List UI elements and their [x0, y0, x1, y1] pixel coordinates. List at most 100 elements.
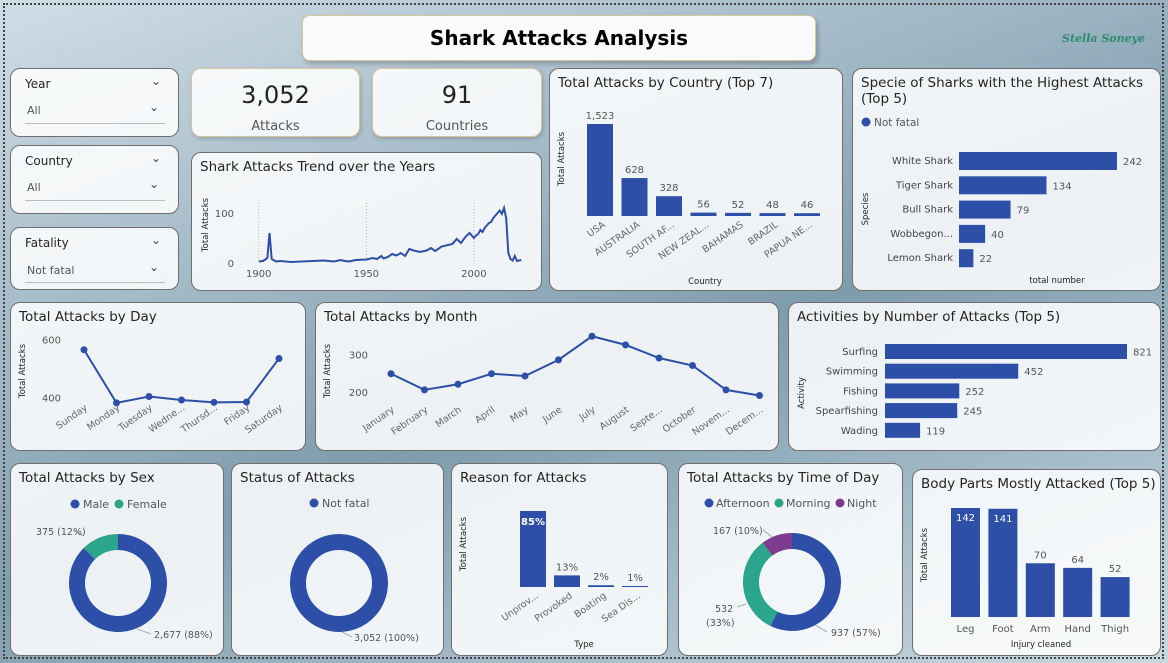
- species-chart: Not fatal Species White Shark 242 Tiger Shar…: [861, 117, 1142, 286]
- y-tick-label: 400: [42, 394, 61, 405]
- slicer-year-value[interactable]: All: [27, 104, 41, 117]
- y-tick-label: Surfing: [842, 347, 878, 358]
- y-tick-label: Fishing: [843, 386, 878, 397]
- chevron-down-icon[interactable]: ⌄: [151, 233, 161, 247]
- kpi-countries-label: Countries: [425, 119, 489, 134]
- legend-label: Male: [83, 498, 109, 511]
- chevron-down-icon[interactable]: ⌄: [149, 100, 159, 114]
- kpi-attacks-card: 3,052 Attacks: [191, 68, 360, 137]
- bar-Bull Shark: [959, 200, 1011, 219]
- chevron-down-icon[interactable]: ⌄: [149, 260, 159, 274]
- x-axis-label: Injury cleaned: [1011, 640, 1071, 650]
- data-point: [722, 386, 730, 394]
- author-name: Stella Soneye: [1062, 32, 1146, 45]
- bar-data-label: 46: [801, 200, 814, 211]
- chevron-down-icon[interactable]: ⌄: [149, 177, 159, 191]
- x-tick-label: Saturday: [243, 402, 285, 436]
- slice-data-label: 3,052 (100%): [354, 633, 419, 644]
- slicer-underline: [25, 123, 165, 124]
- bar-PAPUA NE...: [794, 213, 820, 216]
- slice-data-label: 532: [715, 604, 733, 615]
- x-tick-label: Thigh: [1100, 624, 1129, 635]
- status-chart-card: Status of Attacks Not fatal 3,052 (100%): [231, 463, 444, 656]
- x-axis-label: total number: [1029, 276, 1085, 286]
- bar-data-label: 70: [1034, 550, 1047, 561]
- x-tick-label: April: [473, 404, 497, 425]
- bar-Wobbegon...: [959, 224, 986, 243]
- leader-line: [136, 628, 152, 635]
- y-tick-label: 100: [215, 209, 234, 220]
- slicer-fatality-value[interactable]: Not fatal: [27, 264, 75, 277]
- x-tick-label: Leg: [957, 624, 975, 635]
- day-chart-card: Total Attacks by Day Total Attacks 400 600…: [10, 302, 306, 451]
- trend-chart: Total Attacks 0 100 1900 1950 2000: [201, 197, 522, 280]
- x-tick-label: February: [389, 404, 430, 437]
- bar-data-label: 452: [1024, 367, 1043, 378]
- sex-chart: Male Female 375 (12%) 2,677 (88%): [36, 498, 213, 641]
- bar-Foot: [988, 508, 1018, 617]
- bar-SOUTH AF...: [656, 196, 682, 216]
- slicer-underline: [25, 282, 165, 283]
- y-tick-label: 0: [228, 259, 234, 270]
- bar-AUSTRALIA: [621, 178, 648, 216]
- slicer-country[interactable]: Country ⌄ All ⌄: [10, 145, 179, 214]
- bar-data-label: 134: [1052, 181, 1071, 192]
- x-tick-label: 1900: [246, 269, 271, 280]
- dashboard-title: Shark Attacks Analysis: [429, 26, 689, 50]
- slice-data-label: 2,677 (88%): [154, 630, 213, 641]
- bar-data-label: 48: [766, 200, 779, 211]
- data-point: [756, 392, 763, 399]
- slicer-year[interactable]: Year ⌄ All ⌄: [10, 68, 179, 137]
- x-tick-label: Novem...: [690, 404, 731, 438]
- data-point: [275, 354, 283, 362]
- bar-Provoked: [554, 575, 580, 587]
- y-tick-label: 600: [42, 336, 61, 347]
- x-tick-label: Arm: [1030, 624, 1051, 635]
- leader-line: [762, 529, 773, 538]
- slicer-fatality-label: Fatality: [25, 236, 69, 250]
- data-point: [555, 356, 562, 364]
- sex-chart-card: Total Attacks by Sex Male Female 375 (12%)…: [10, 463, 224, 656]
- chevron-down-icon[interactable]: ⌄: [151, 151, 161, 165]
- y-tick-label: 300: [349, 350, 368, 361]
- bar-data-label: 52: [1109, 564, 1122, 575]
- chevron-down-icon[interactable]: ⌄: [151, 74, 161, 88]
- bar-Surfing: [885, 344, 1127, 359]
- legend-label: Afternoon: [716, 497, 770, 510]
- bar-Thigh: [1100, 577, 1130, 617]
- y-tick-label: Spearfishing: [816, 406, 878, 417]
- leader-line: [814, 624, 828, 633]
- bar-data-label: 1,523: [586, 111, 615, 122]
- bar-data-label: 1%: [627, 573, 643, 584]
- country-chart: Total Attacks1,523USA628AUSTRALIA328SOUT…: [557, 111, 820, 287]
- bar-Fishing: [885, 383, 960, 399]
- x-tick-label: August: [598, 404, 632, 432]
- bar-data-label: 52: [732, 200, 745, 211]
- x-tick-label: 1950: [354, 269, 379, 280]
- donut-slice-male: [69, 534, 168, 632]
- data-point: [454, 380, 462, 388]
- bar-data-label: 141: [993, 514, 1012, 525]
- donut-ring-not-fatal: [290, 534, 388, 632]
- data-point: [488, 370, 495, 378]
- bar-Lemon Shark: [959, 249, 974, 268]
- bar-BAHAMAS: [725, 212, 751, 216]
- reason-chart: Total Attacks 85%Unprov...13%Provoked2%Bo…: [459, 511, 648, 650]
- data-point: [145, 393, 153, 401]
- y-tick-label: Lemon Shark: [887, 253, 953, 264]
- bar-Swimming: [885, 363, 1019, 379]
- leader-line: [736, 603, 747, 608]
- slice-data-label: 375 (12%): [36, 527, 86, 538]
- slicer-year-label: Year: [25, 77, 51, 91]
- timeofday-chart: Afternoon Morning Night 167 (10%) 532 (33%) 93…: [704, 497, 881, 639]
- slicer-fatality[interactable]: Fatality ⌄ Not fatal ⌄: [10, 227, 179, 290]
- y-tick-label: Tiger Shark: [895, 180, 953, 191]
- bar-White Shark: [959, 152, 1117, 170]
- activity-chart-card: Activities by Number of Attacks (Top 5) …: [788, 302, 1161, 451]
- data-point: [521, 372, 529, 380]
- bar-data-label: 79: [1017, 206, 1030, 217]
- activity-chart: Activity Surfing 821 Swimming 452 Fishing 252 S…: [797, 344, 1152, 438]
- y-axis-label: Total Attacks: [323, 343, 333, 399]
- slicer-country-value[interactable]: All: [27, 181, 41, 194]
- bar-data-label: 22: [979, 254, 992, 265]
